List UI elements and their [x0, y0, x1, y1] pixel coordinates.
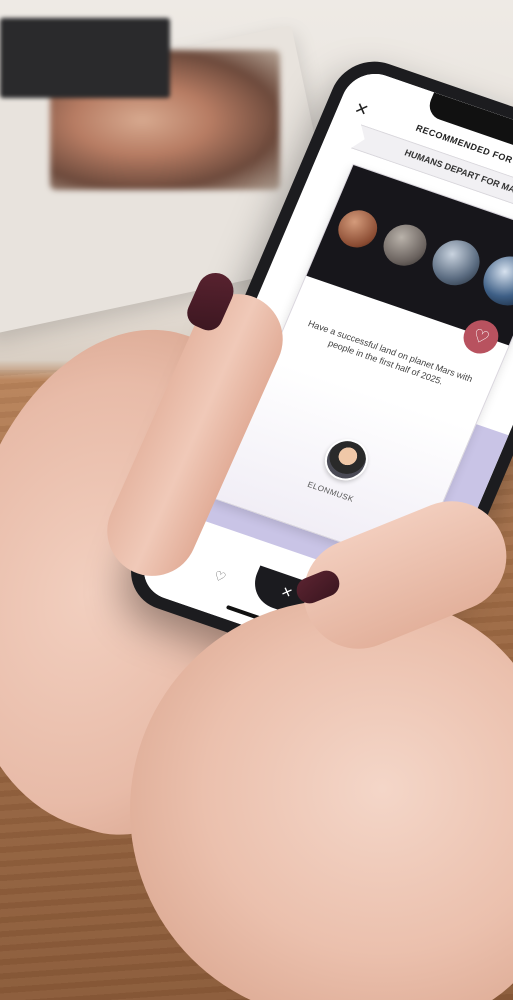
moon-planet [376, 218, 434, 272]
earth-planet [475, 249, 513, 313]
black-book [0, 18, 170, 98]
photo-scene: ✕ RECOMMENDED FOR YOU ⚲ HUMANS DEPART FO… [0, 0, 513, 1000]
grey-planet [425, 234, 487, 292]
heart-icon[interactable]: ♡ [202, 565, 237, 590]
mars-planet [332, 205, 384, 253]
